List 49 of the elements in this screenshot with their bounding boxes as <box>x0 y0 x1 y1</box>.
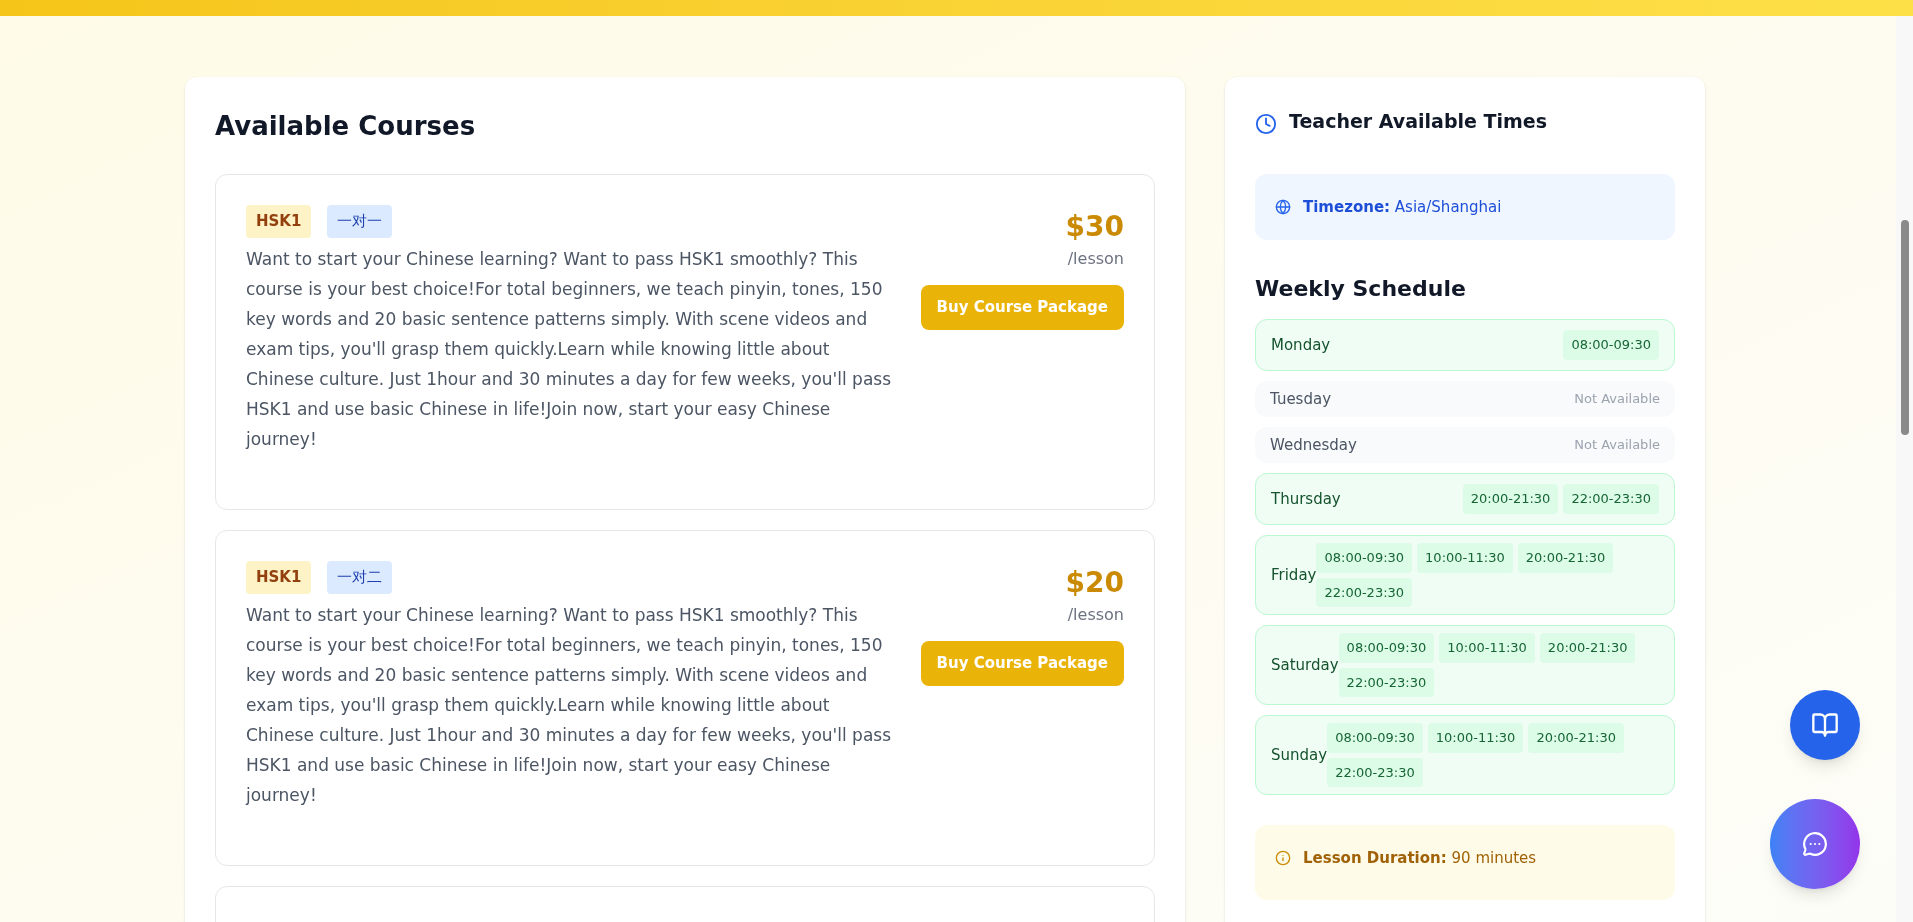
price-unit: /lesson <box>1067 604 1124 626</box>
course-description: Want to start your Chinese learning? Want to pass HSK1 smoothly? This course is your best choice!For total beginners, we teach pinyin, tones, 150 key words and 20 basic sentence patterns simply. With scene videos and exam tips, you'll grasp them quickly.Learn while knowing little about Chinese culture. Just 1hour and 30 minutes a day for few weeks, you'll pass HSK1 and use basic Chinese in life!Join now, start your easy Chinese journey! <box>246 603 893 807</box>
scrollbar-thumb[interactable] <box>1900 220 1909 435</box>
price-unit: /lesson <box>1067 248 1124 270</box>
time-slot: 22:00-23:30 <box>1316 577 1413 607</box>
type-tag: 一对一 <box>327 205 393 238</box>
duration-text: Lesson Duration: 90 minutes <box>1303 848 1537 869</box>
time-slot: 20:00-21:30 <box>1539 633 1636 663</box>
book-button[interactable] <box>1790 690 1860 760</box>
scrollbar[interactable] <box>1896 16 1913 922</box>
time-slot: 20:00-21:30 <box>1517 543 1614 573</box>
availability-status: Not Available <box>1574 390 1660 409</box>
chat-icon <box>1802 831 1828 857</box>
buy-course-button[interactable]: Buy Course Package <box>920 285 1124 330</box>
day-name: Saturday <box>1271 654 1339 676</box>
section-title: Weekly Schedule <box>1255 275 1467 303</box>
time-slot: 08:00-09:30 <box>1338 633 1435 663</box>
day-name: Tuesday <box>1270 388 1332 410</box>
day-name: Friday <box>1271 564 1317 586</box>
globe-icon <box>1275 198 1291 215</box>
availability-status: Not Available <box>1574 436 1660 455</box>
info-icon <box>1275 850 1291 867</box>
time-slot: 08:00-09:30 <box>1327 723 1423 753</box>
day-name: Monday <box>1271 334 1331 356</box>
time-slot: 10:00-11:30 <box>1427 723 1524 753</box>
panel-title: Teacher Available Times <box>1289 109 1547 134</box>
day-name: Thursday <box>1271 488 1341 510</box>
level-tag: HSK1 <box>246 205 312 238</box>
level-tag: HSK1 <box>246 561 312 594</box>
time-slot: 08:00-09:30 <box>1316 543 1413 573</box>
buy-course-button[interactable]: Buy Course Package <box>920 641 1124 686</box>
timezone-text: Timezone: Asia/Shanghai <box>1303 196 1502 218</box>
time-slot: 22:00-23:30 <box>1563 484 1659 514</box>
time-slot: 20:00-21:30 <box>1528 723 1624 753</box>
time-slot: 10:00-11:30 <box>1417 543 1513 573</box>
time-slot: 08:00-09:30 <box>1563 330 1659 360</box>
time-slot: 20:00-21:30 <box>1462 484 1559 514</box>
time-slot: 22:00-23:30 <box>1327 757 1423 787</box>
time-slot: 22:00-23:30 <box>1338 667 1435 697</box>
day-name: Wednesday <box>1270 434 1357 456</box>
panel-title: Available Courses <box>215 110 477 143</box>
course-description: Want to start your Chinese learning? Want to pass HSK1 smoothly? This course is your best choice!For total beginners, we teach pinyin, tones, 150 key words and 20 basic sentence patterns simply. With scene videos and exam tips, you'll grasp them quickly.Learn while knowing little about Chinese culture. Just 1hour and 30 minutes a day for few weeks, you'll pass HSK1 and use basic Chinese in life!Join now, start your easy Chinese journey! <box>246 247 893 451</box>
book-icon <box>1811 711 1839 739</box>
clock-icon <box>1255 113 1277 136</box>
course-price: $30 <box>1065 209 1124 245</box>
day-name: Sunday <box>1271 744 1328 766</box>
time-slot: 10:00-11:30 <box>1439 633 1535 663</box>
type-tag: 一对二 <box>327 561 393 594</box>
course-price: $20 <box>1065 565 1124 601</box>
